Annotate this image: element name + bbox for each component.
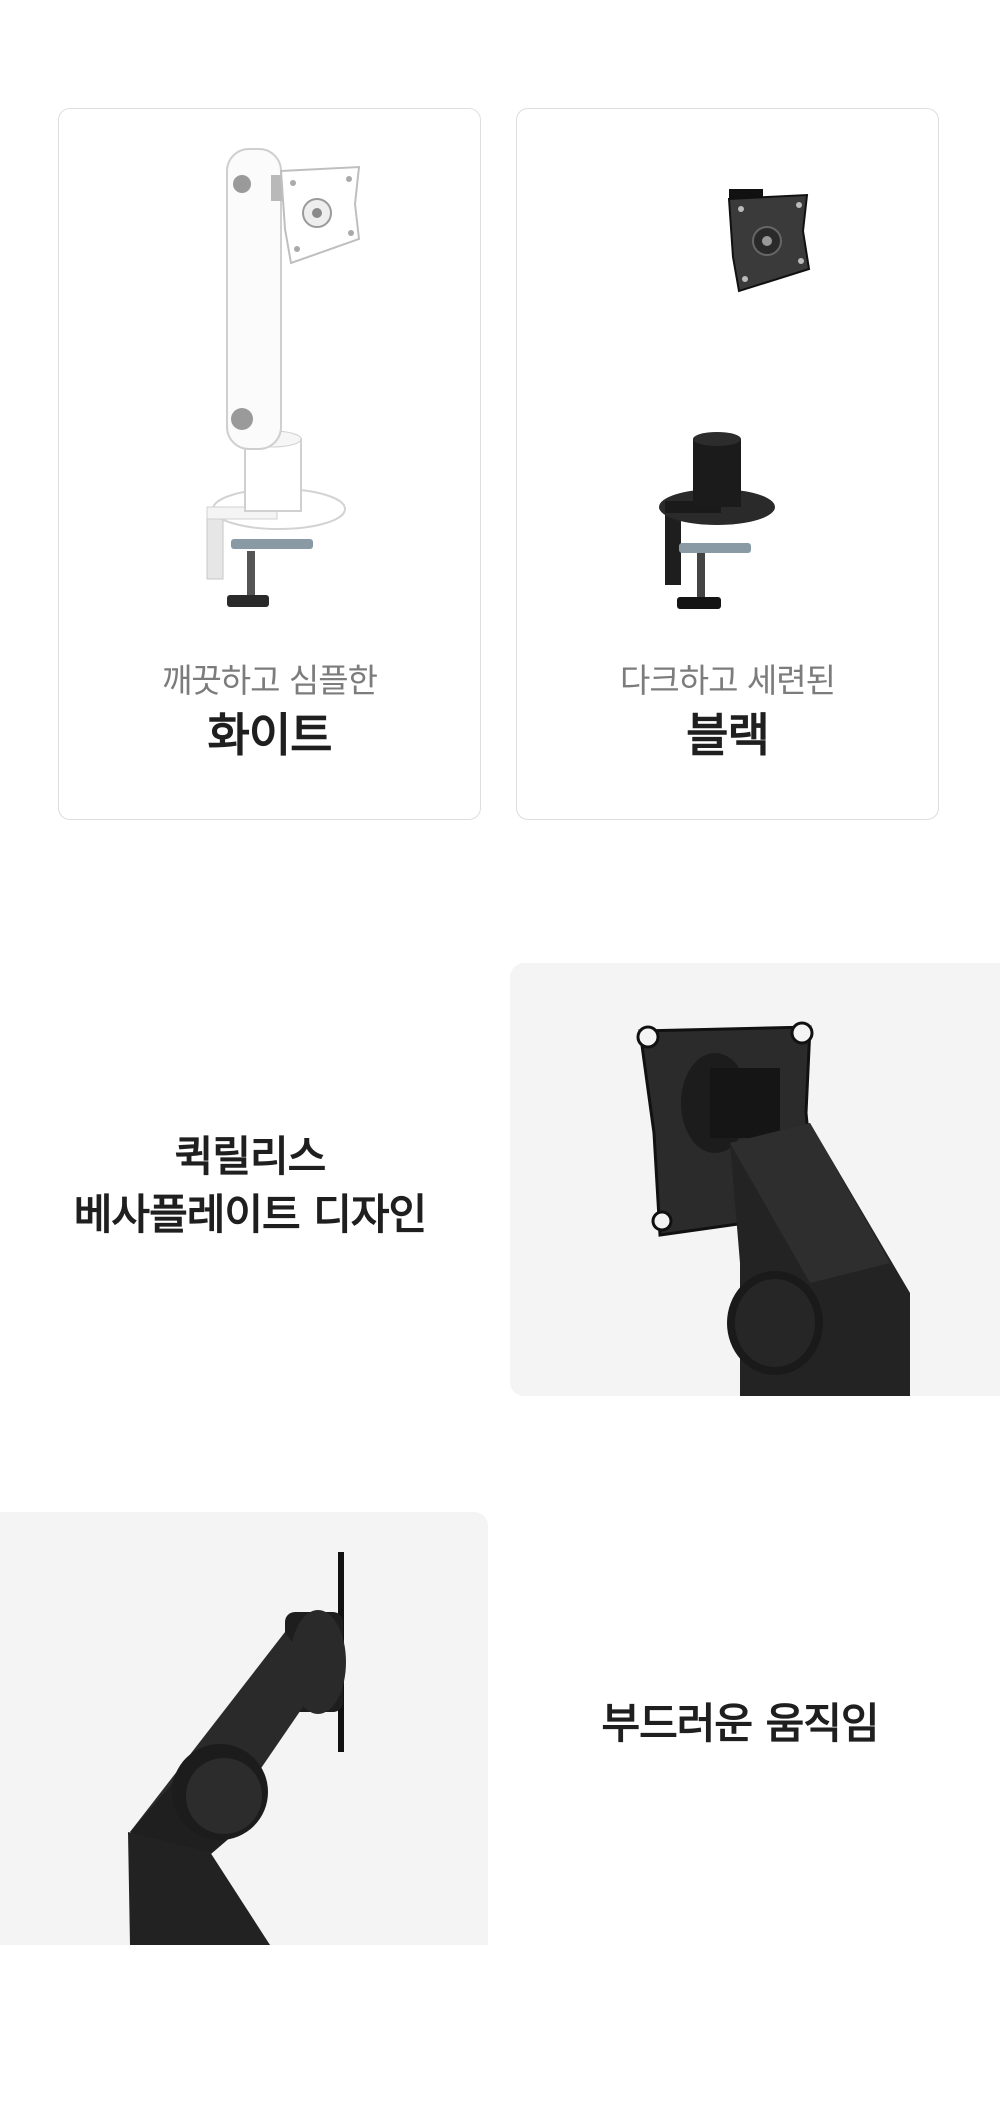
product-card-white: 깨끗하고 심플한 화이트 bbox=[58, 108, 481, 820]
white-monitor-arm-image bbox=[206, 148, 361, 607]
feature-quick-release-line2: 베사플레이트 디자인 bbox=[73, 1190, 427, 1239]
feature-smooth-motion-text: 부드러운 움직임 bbox=[540, 1695, 940, 1753]
feature-quick-release-line1: 퀵릴리스 bbox=[174, 1132, 327, 1181]
smooth-motion-closeup-image bbox=[0, 1512, 488, 1945]
product-subtitle-black: 다크하고 세련된 bbox=[619, 661, 836, 700]
feature-smooth-motion-line1: 부드러운 움직임 bbox=[601, 1699, 879, 1748]
product-subtitle-white: 깨끗하고 심플한 bbox=[161, 661, 378, 700]
black-monitor-arm-image bbox=[659, 189, 811, 609]
product-card-black: 다크하고 세련된 블랙 bbox=[516, 108, 939, 820]
vesa-plate-closeup-image bbox=[510, 963, 1000, 1396]
feature-quick-release-text: 퀵릴리스 베사플레이트 디자인 bbox=[40, 1128, 460, 1244]
product-title-white: 화이트 bbox=[207, 708, 333, 762]
product-title-black: 블랙 bbox=[686, 708, 770, 762]
